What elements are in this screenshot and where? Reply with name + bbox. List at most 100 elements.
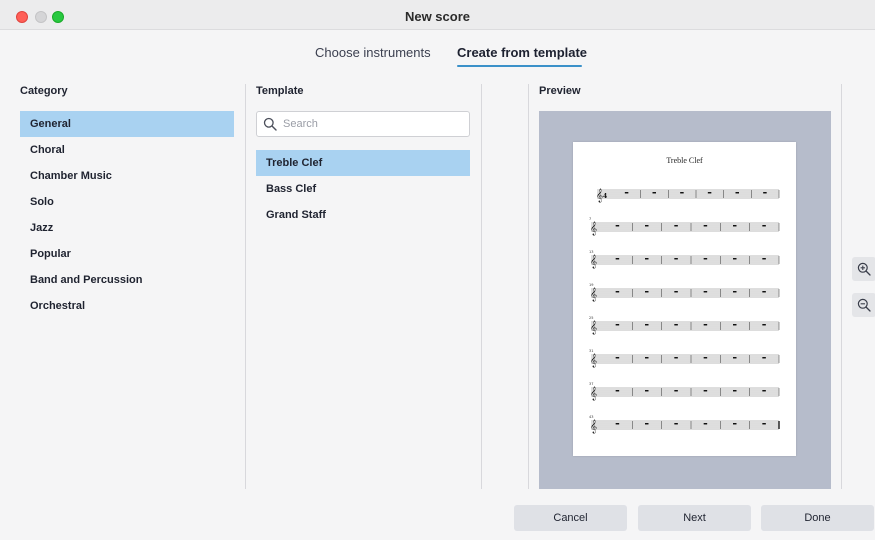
whole-rest-icon [703, 423, 708, 425]
measure-number: 37 [589, 382, 593, 386]
cancel-button[interactable]: Cancel [514, 505, 627, 531]
active-tab-indicator [457, 65, 582, 67]
template-search-box[interactable] [256, 111, 470, 137]
category-heading: Category [20, 85, 68, 97]
whole-rest-icon [615, 390, 620, 392]
measure-number: 19 [589, 283, 593, 287]
whole-rest-icon [703, 357, 708, 359]
whole-rest-icon [645, 291, 649, 293]
category-item-band-and-percussion[interactable]: Band and Percussion [20, 267, 234, 293]
treble-clef-icon: 𝄞 [590, 320, 597, 334]
measure-number: 13 [589, 250, 593, 254]
whole-rest-icon [733, 324, 737, 326]
whole-rest-icon [645, 390, 649, 392]
score-preview[interactable]: Treble Clef 𝄞 4 𝄞 7 𝄞 13 𝄞 19 𝄞 25 𝄞 31 𝄞 37 𝄞 43 [539, 111, 831, 489]
title-bar: New score [0, 0, 875, 30]
score-staves: 𝄞 4𝄞7𝄞13𝄞19𝄞25𝄞31𝄞37𝄞43 [589, 188, 780, 433]
whole-rest-icon [645, 357, 649, 359]
category-item-general[interactable]: General [20, 111, 234, 137]
treble-clef-icon: 𝄞 [590, 386, 597, 400]
whole-rest-icon [763, 192, 767, 194]
whole-rest-icon [615, 291, 620, 293]
whole-rest-icon [762, 291, 766, 293]
tab-bar: Choose instruments Create from template [0, 30, 875, 78]
whole-rest-icon [674, 423, 678, 425]
whole-rest-icon [762, 258, 766, 260]
whole-rest-icon [703, 390, 708, 392]
whole-rest-icon [762, 225, 766, 227]
whole-rest-icon [674, 225, 678, 227]
treble-clef-icon: 𝄞 [590, 419, 597, 433]
whole-rest-icon [615, 357, 620, 359]
template-list: Treble Clef Bass Clef Grand Staff [256, 150, 470, 228]
whole-rest-icon [735, 192, 739, 194]
whole-rest-icon [733, 291, 737, 293]
template-item-treble-clef[interactable]: Treble Clef [256, 150, 470, 176]
category-item-solo[interactable]: Solo [20, 189, 234, 215]
column-divider [841, 84, 842, 489]
whole-rest-icon [645, 258, 649, 260]
whole-rest-icon [645, 225, 649, 227]
score-page: Treble Clef 𝄞 4 𝄞 7 𝄞 13 𝄞 19 𝄞 25 𝄞 31 𝄞 37 𝄞 43 [573, 142, 796, 456]
whole-rest-icon [674, 357, 678, 359]
treble-clef-icon: 𝄞 [590, 353, 597, 367]
template-heading: Template [256, 85, 304, 97]
tab-choose-instruments[interactable]: Choose instruments [315, 45, 431, 60]
whole-rest-icon [645, 324, 649, 326]
whole-rest-icon [624, 192, 629, 194]
measure-number: 7 [589, 217, 591, 221]
whole-rest-icon [615, 258, 620, 260]
category-item-popular[interactable]: Popular [20, 241, 234, 267]
whole-rest-icon [733, 357, 737, 359]
treble-clef-icon: 𝄞 [590, 287, 597, 301]
tab-create-from-template[interactable]: Create from template [457, 45, 587, 60]
whole-rest-icon [762, 357, 766, 359]
zoom-out-button[interactable] [852, 293, 875, 317]
whole-rest-icon [762, 390, 766, 392]
whole-rest-icon [733, 390, 737, 392]
preview-heading: Preview [539, 85, 581, 97]
search-icon [263, 117, 277, 131]
whole-rest-icon [645, 423, 649, 425]
whole-rest-icon [615, 324, 620, 326]
whole-rest-icon [762, 423, 766, 425]
time-signature: 4 [603, 193, 607, 200]
zoom-in-icon [857, 262, 871, 276]
whole-rest-icon [733, 258, 737, 260]
template-item-grand-staff[interactable]: Grand Staff [256, 202, 470, 228]
measure-number: 43 [589, 415, 593, 419]
treble-clef-icon: 𝄞 [590, 221, 597, 235]
category-item-orchestral[interactable]: Orchestral [20, 293, 234, 319]
whole-rest-icon [762, 324, 766, 326]
whole-rest-icon [707, 192, 712, 194]
column-divider [245, 84, 246, 489]
measure-number: 31 [589, 349, 593, 353]
whole-rest-icon [615, 423, 620, 425]
category-item-chamber-music[interactable]: Chamber Music [20, 163, 234, 189]
whole-rest-icon [674, 390, 678, 392]
whole-rest-icon [703, 225, 708, 227]
whole-rest-icon [703, 258, 708, 260]
next-button[interactable]: Next [638, 505, 751, 531]
whole-rest-icon [615, 225, 620, 227]
whole-rest-icon [652, 192, 656, 194]
zoom-in-button[interactable] [852, 257, 875, 281]
category-item-jazz[interactable]: Jazz [20, 215, 234, 241]
done-button[interactable]: Done [761, 505, 874, 531]
column-divider [481, 84, 482, 489]
category-list: General Choral Chamber Music Solo Jazz Popula… [20, 111, 234, 319]
whole-rest-icon [703, 324, 708, 326]
category-item-choral[interactable]: Choral [20, 137, 234, 163]
whole-rest-icon [703, 291, 708, 293]
whole-rest-icon [674, 258, 678, 260]
whole-rest-icon [680, 192, 684, 194]
template-search-input[interactable] [283, 112, 463, 136]
measure-number: 25 [589, 316, 593, 320]
zoom-out-icon [857, 298, 871, 312]
new-score-window: New score Choose instruments Create from… [0, 0, 875, 540]
column-divider [528, 84, 529, 489]
whole-rest-icon [733, 423, 737, 425]
whole-rest-icon [733, 225, 737, 227]
whole-rest-icon [674, 324, 678, 326]
template-item-bass-clef[interactable]: Bass Clef [256, 176, 470, 202]
